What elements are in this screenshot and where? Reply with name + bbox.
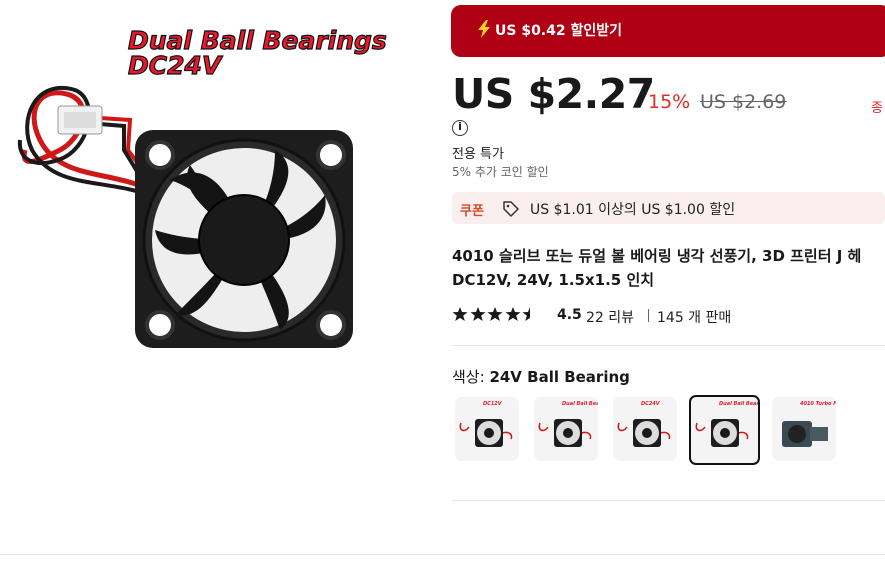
variant-label: Dual Ball Bearings DC24V bbox=[719, 401, 759, 407]
variant-label: 4010 Turbo Fan bbox=[800, 401, 836, 407]
product-title-line1: 4010 슬리브 또는 듀얼 볼 베어링 냉각 선풍기, 3D 프린터 J 헤 bbox=[452, 247, 862, 265]
info-icon-glyph: i bbox=[458, 120, 462, 133]
lightning-bolt-icon bbox=[478, 20, 490, 38]
variant-thumbnail[interactable]: Dual Ball Bearings DC12V bbox=[534, 397, 598, 461]
star-icon bbox=[452, 307, 468, 321]
product-title-line2: DC12V, 24V, 1.5x1.5 인치 bbox=[452, 271, 655, 289]
star-icon bbox=[505, 307, 520, 321]
coupon-text: US $1.01 이상의 US $1.00 할인 bbox=[530, 202, 736, 218]
rating-value: 4.5 bbox=[557, 307, 582, 323]
star-icon bbox=[487, 307, 503, 321]
discount-percent: 15% bbox=[648, 91, 691, 113]
star-icon bbox=[470, 307, 485, 321]
truncated-side-text: 종 bbox=[871, 101, 883, 116]
current-price: US $2.27 bbox=[452, 70, 655, 118]
color-selector-label: 색상: 24V Ball Bearing bbox=[452, 366, 630, 387]
product-title: 4010 슬리브 또는 듀얼 볼 베어링 냉각 선풍기, 3D 프린터 J 헤 … bbox=[452, 244, 884, 294]
tag-icon bbox=[503, 201, 519, 217]
divider bbox=[452, 500, 885, 501]
variant-label: DC12V bbox=[483, 401, 502, 407]
info-icon[interactable]: i bbox=[452, 120, 468, 136]
coin-extra-discount: 5% 추가 코인 할인 bbox=[452, 165, 549, 179]
variant-thumbnail[interactable]: Dual Ball Bearings DC24V bbox=[689, 395, 760, 465]
special-deal-label: 전용 특가 bbox=[452, 147, 504, 162]
coin-discount-text: US $0.42 할인받기 bbox=[495, 23, 623, 39]
variant-label: Dual Ball Bearings DC12V bbox=[562, 401, 598, 407]
divider bbox=[452, 345, 885, 346]
variant-label: DC24V bbox=[641, 401, 660, 407]
selected-color-value: 24V Ball Bearing bbox=[489, 368, 630, 386]
review-count[interactable]: 22 리뷰 bbox=[586, 307, 634, 327]
rating-row[interactable]: 4.5 22 리뷰 145 개 판매 bbox=[452, 306, 731, 326]
original-price: US $2.69 bbox=[700, 91, 787, 113]
sold-count: 145 개 판매 bbox=[657, 310, 732, 326]
star-rating bbox=[452, 306, 540, 322]
star-icon bbox=[522, 307, 538, 321]
coupon-label: 쿠폰 bbox=[460, 204, 484, 219]
variant-thumbnail[interactable]: DC12V bbox=[455, 397, 519, 461]
variant-thumbnail[interactable]: 4010 Turbo Fan bbox=[772, 397, 836, 461]
divider bbox=[648, 309, 649, 322]
cooling-fan-illustration bbox=[17, 86, 353, 348]
divider bbox=[0, 554, 885, 555]
coupon-row[interactable]: 쿠폰 US $1.01 이상의 US $1.00 할인 bbox=[452, 192, 885, 224]
variant-thumbnail[interactable]: DC24V bbox=[613, 397, 677, 461]
color-label: 색상: bbox=[452, 368, 485, 386]
product-main-image[interactable]: Dual Ball Bearings DC24V bbox=[0, 0, 430, 400]
coin-discount-banner[interactable]: US $0.42 할인받기 bbox=[451, 5, 885, 57]
